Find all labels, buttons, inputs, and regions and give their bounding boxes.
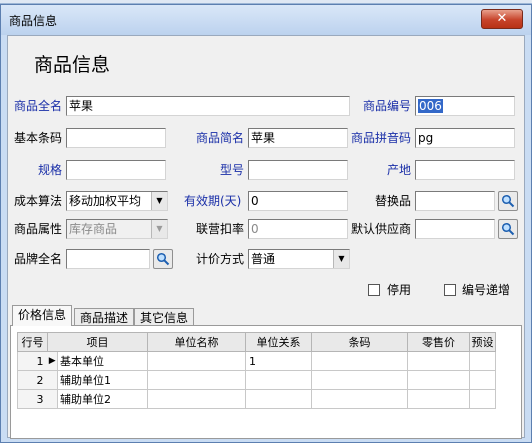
disabled-label: 停用 (387, 283, 412, 297)
unit-relation-cell[interactable] (245, 370, 312, 390)
short-name-field[interactable]: 苹果 (248, 128, 348, 148)
retail-price-cell[interactable] (407, 389, 470, 409)
form-heading: 商品信息 (34, 54, 111, 76)
barcode-cell[interactable] (311, 351, 408, 371)
supplier-search-button[interactable] (498, 219, 518, 239)
retail-price-cell[interactable] (407, 370, 470, 390)
table-row[interactable]: 1 ▶ 基本单位 1 (17, 351, 496, 371)
close-button[interactable]: ✕ (481, 9, 523, 29)
code-value: 006 (418, 99, 443, 113)
pinyin-code-field[interactable]: pg (415, 128, 515, 148)
price-info-panel: 行号 项目 单位名称 单位关系 条码 零售价 预设 1 ▶ 基本单位 1 2 辅… (10, 325, 522, 439)
substitute-label: 替换品 (375, 194, 412, 208)
preset-cell[interactable] (469, 370, 496, 390)
default-supplier-field[interactable] (415, 219, 495, 239)
row-number: 3 (17, 389, 48, 409)
col-header-retail-price[interactable]: 零售价 (407, 332, 470, 352)
spec-label: 规格 (38, 163, 63, 177)
spec-field[interactable] (66, 160, 166, 180)
attribute-select[interactable]: 库存商品 ▼ (66, 219, 168, 239)
brand-field[interactable] (66, 249, 150, 269)
joint-discount-field[interactable]: 0 (248, 219, 348, 239)
table-row[interactable]: 2 辅助单位1 (17, 370, 496, 390)
close-icon: ✕ (496, 11, 508, 26)
code-field[interactable]: 006 (415, 96, 515, 116)
cost-method-label: 成本算法 (14, 194, 63, 208)
auto-increment-label: 编号递增 (462, 283, 511, 297)
barcode-label: 基本条码 (14, 131, 63, 145)
preset-cell[interactable] (469, 351, 496, 371)
chevron-down-icon[interactable]: ▼ (151, 192, 167, 210)
col-header-barcode[interactable]: 条码 (311, 332, 408, 352)
units-table: 行号 项目 单位名称 单位关系 条码 零售价 预设 1 ▶ 基本单位 1 2 辅… (17, 332, 496, 409)
item-cell[interactable]: 辅助单位1 (57, 370, 148, 390)
item-cell[interactable]: 基本单位 (57, 351, 148, 371)
barcode-cell[interactable] (311, 370, 408, 390)
model-label: 型号 (220, 163, 245, 177)
preset-cell[interactable] (469, 389, 496, 409)
table-row[interactable]: 3 辅助单位2 (17, 389, 496, 409)
brand-search-button[interactable] (153, 249, 173, 269)
barcode-field[interactable] (66, 128, 166, 148)
code-label: 商品编号 (363, 99, 412, 113)
full-name-field[interactable]: 苹果 (66, 96, 350, 116)
substitute-search-button[interactable] (498, 191, 518, 211)
model-field[interactable] (248, 160, 348, 180)
item-cell[interactable]: 辅助单位2 (57, 389, 148, 409)
current-row-marker: ▶ (47, 351, 58, 371)
col-header-preset[interactable]: 预设 (469, 332, 496, 352)
cost-method-value: 移动加权平均 (69, 194, 142, 208)
unit-relation-cell[interactable] (245, 389, 312, 409)
table-header-row: 行号 项目 单位名称 单位关系 条码 零售价 预设 (17, 332, 496, 352)
search-icon (501, 194, 515, 208)
brand-label: 品牌全名 (14, 252, 63, 266)
auto-increment-checkbox[interactable] (444, 284, 456, 296)
unit-name-cell[interactable] (147, 370, 246, 390)
col-header-unit-relation[interactable]: 单位关系 (245, 332, 312, 352)
disabled-checkbox[interactable] (368, 284, 380, 296)
expiry-label: 有效期(天) (184, 194, 242, 208)
default-supplier-label: 默认供应商 (351, 222, 412, 236)
pricing-method-label: 计价方式 (196, 252, 245, 266)
search-icon (156, 252, 170, 266)
unit-name-cell[interactable] (147, 351, 246, 371)
col-header-unit-name[interactable]: 单位名称 (147, 332, 246, 352)
product-info-dialog: 商品信息 ✕ 商品信息 商品全名 苹果 商品编号 006 基本条码 商品简名 苹… (0, 4, 532, 443)
row-marker-empty (47, 370, 58, 390)
chevron-down-icon[interactable]: ▼ (151, 220, 167, 238)
search-icon (501, 222, 515, 236)
unit-relation-cell[interactable]: 1 (245, 351, 312, 371)
pinyin-code-label: 商品拼音码 (351, 131, 412, 145)
row-marker-empty (47, 389, 58, 409)
origin-label: 产地 (387, 163, 412, 177)
joint-discount-label: 联营扣率 (196, 222, 245, 236)
substitute-field[interactable] (415, 191, 495, 211)
chevron-down-icon[interactable]: ▼ (333, 250, 349, 268)
retail-price-cell[interactable] (407, 351, 470, 371)
attribute-value: 库存商品 (69, 222, 118, 236)
short-name-label: 商品简名 (196, 131, 245, 145)
dialog-body: 商品信息 商品全名 苹果 商品编号 006 基本条码 商品简名 苹果 商品拼音码… (7, 35, 525, 439)
attribute-label: 商品属性 (14, 222, 63, 236)
pricing-method-value: 普通 (251, 252, 276, 266)
expiry-field[interactable]: 0 (248, 191, 348, 211)
col-header-item[interactable]: 项目 (47, 332, 148, 352)
window-title: 商品信息 (9, 14, 58, 28)
barcode-cell[interactable] (311, 389, 408, 409)
col-header-row-no[interactable]: 行号 (17, 332, 48, 352)
pricing-method-select[interactable]: 普通 ▼ (248, 249, 350, 269)
full-name-label: 商品全名 (14, 99, 63, 113)
row-number: 2 (17, 370, 48, 390)
row-number: 1 (17, 351, 48, 371)
unit-name-cell[interactable] (147, 389, 246, 409)
tab-price-info[interactable]: 价格信息 (12, 305, 73, 326)
origin-field[interactable] (415, 160, 515, 180)
cost-method-select[interactable]: 移动加权平均 ▼ (66, 191, 168, 211)
title-bar[interactable]: 商品信息 ✕ (1, 5, 531, 35)
